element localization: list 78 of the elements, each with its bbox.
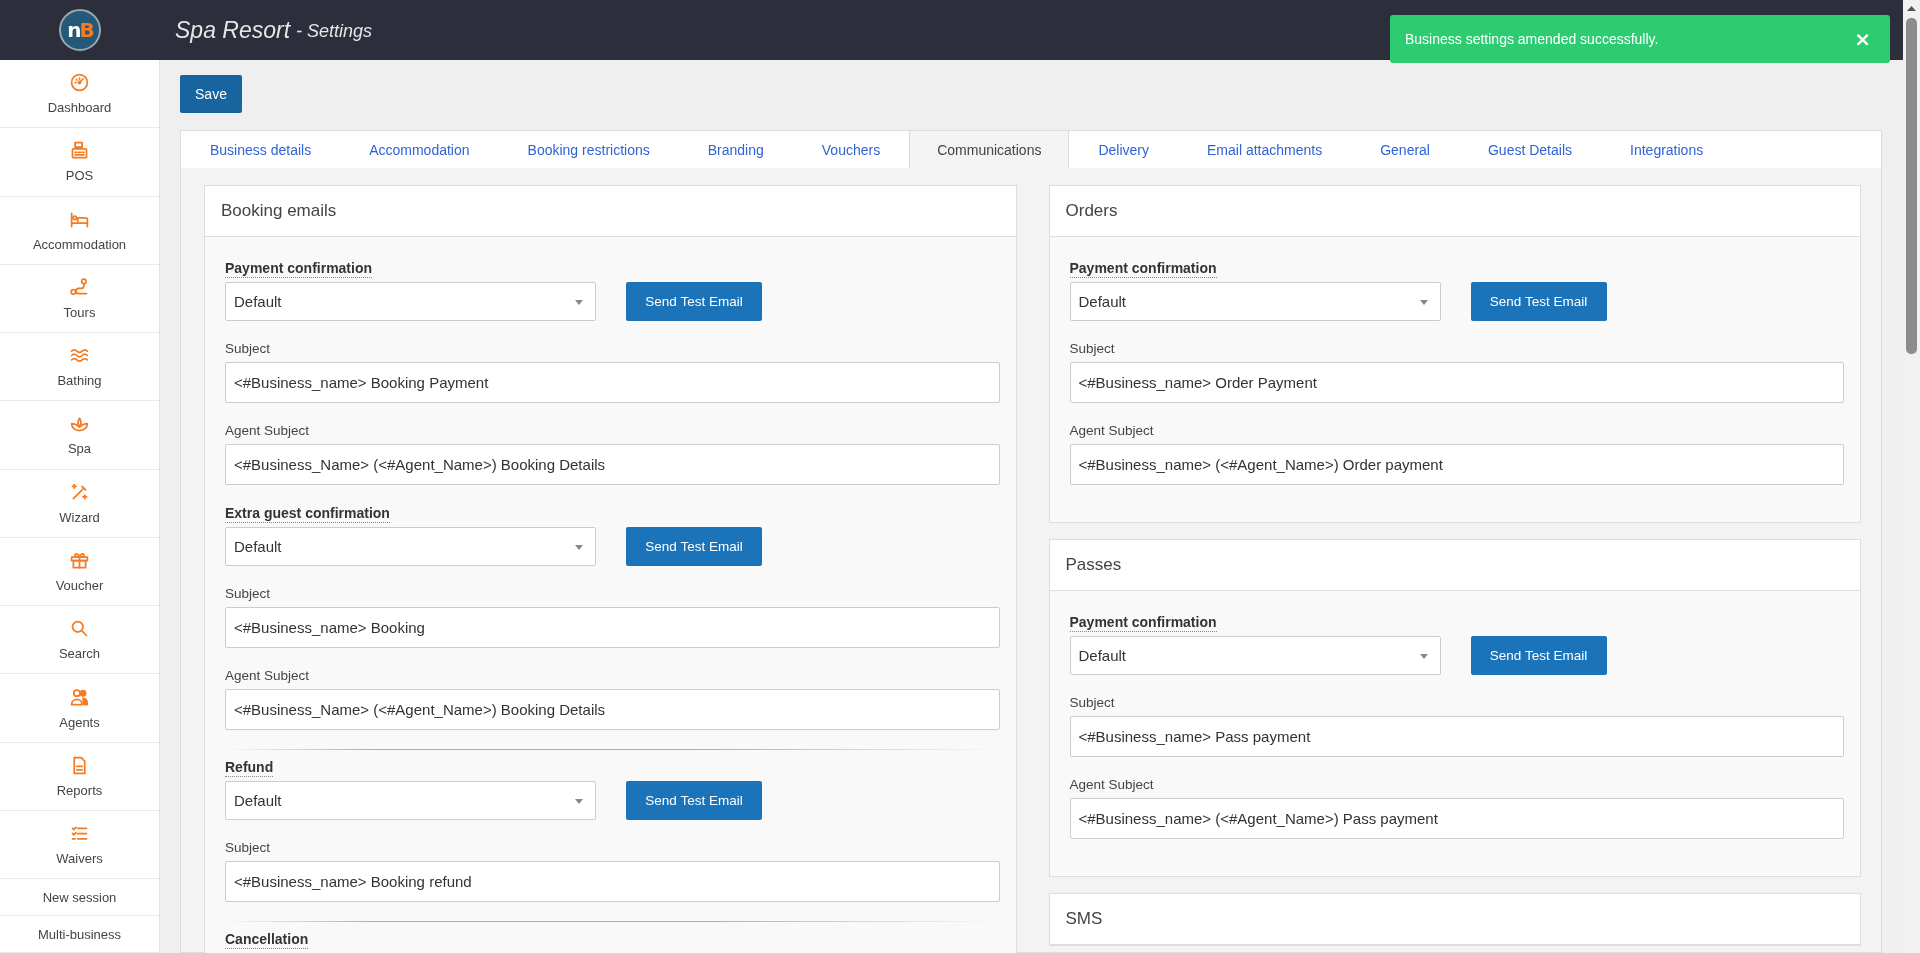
caret-icon: [575, 545, 583, 550]
template-label: Extra guest confirmation: [225, 505, 390, 523]
save-button[interactable]: Save: [180, 75, 242, 113]
logo: nB: [59, 9, 101, 51]
sidebar-item[interactable]: Dashboard: [0, 60, 159, 129]
field-label: Agent Subject: [225, 667, 311, 685]
sidebar-item[interactable]: Search: [0, 606, 159, 675]
field-label: Subject: [225, 585, 272, 603]
page-title: - Settings: [296, 21, 373, 42]
sidebar-item[interactable]: Wizard: [0, 469, 159, 538]
sidebar-item[interactable]: Spa: [0, 401, 159, 470]
subject-field[interactable]: <#Business_name> Booking refund: [225, 861, 1000, 902]
sidebar-item[interactable]: Agents: [0, 674, 159, 743]
card-title: Booking emails: [221, 201, 337, 221]
field-label: Subject: [1069, 340, 1116, 358]
card-title: Passes: [1065, 555, 1122, 575]
field-label: Agent Subject: [1069, 422, 1155, 440]
caret-icon: [575, 799, 583, 804]
send-test-email-button[interactable]: Send Test Email: [626, 282, 762, 321]
subject-field[interactable]: <#Business_Name> (<#Agent_Name>) Booking Details: [225, 689, 1000, 730]
template-label: Payment confirmation: [1069, 260, 1217, 278]
subject-field[interactable]: <#Business_name> Booking Payment: [225, 362, 1000, 403]
sidebar-item[interactable]: Accommodation: [0, 196, 159, 265]
tab[interactable]: Email attachments: [1178, 131, 1352, 168]
template-select[interactable]: Default: [225, 781, 596, 820]
tab[interactable]: Delivery: [1069, 131, 1178, 168]
card-title: Orders: [1065, 201, 1118, 221]
caret-icon: [575, 300, 583, 305]
template-select[interactable]: Default: [1069, 636, 1441, 675]
template-label: Payment confirmation: [1069, 614, 1217, 632]
tab[interactable]: Guest Details: [1459, 131, 1602, 168]
sidebar-item[interactable]: Bathing: [0, 333, 159, 402]
template-select[interactable]: Default: [225, 282, 596, 321]
toast-message: Business settings amended successfully.: [1405, 31, 1659, 47]
tab[interactable]: Accommodation: [340, 131, 499, 168]
template-label: Payment confirmation: [225, 260, 373, 278]
gift-icon: [69, 550, 90, 571]
send-test-email-button[interactable]: Send Test Email: [626, 781, 762, 820]
template-label: Cancellation: [225, 931, 309, 949]
tab[interactable]: Vouchers: [792, 131, 910, 168]
template-label: Refund: [225, 759, 274, 777]
tab[interactable]: Branding: [678, 131, 793, 168]
business-title: Spa Resort: [175, 16, 291, 44]
send-test-email-button[interactable]: Send Test Email: [1470, 636, 1607, 675]
sidebar-item[interactable]: Voucher: [0, 537, 159, 607]
tab[interactable]: Integrations: [1601, 131, 1733, 168]
subject-field[interactable]: <#Business_name> Order Payment: [1069, 362, 1844, 403]
card-title: SMS: [1065, 909, 1103, 929]
subject-field[interactable]: <#Business_name> Pass payment: [1069, 716, 1844, 757]
sidebar-item[interactable]: Tours: [0, 264, 159, 334]
tab[interactable]: General: [1351, 131, 1459, 168]
field-label: Subject: [225, 340, 272, 358]
caret-icon: [1419, 654, 1428, 659]
sidebar-item[interactable]: Reports: [0, 742, 159, 811]
subject-field[interactable]: <#Business_Name> (<#Agent_Name>) Booking Details: [225, 444, 1000, 485]
sidebar-item[interactable]: Waivers: [0, 810, 159, 880]
field-label: Agent Subject: [225, 422, 311, 440]
route-icon: [69, 276, 90, 298]
subject-field[interactable]: <#Business_name> (<#Agent_Name>) Order payment: [1069, 444, 1844, 485]
magic-wand-icon: [69, 481, 90, 503]
tab[interactable]: Communications: [909, 131, 1070, 168]
subject-field[interactable]: <#Business_name> Booking: [225, 607, 1000, 648]
sidebar-item[interactable]: POS: [0, 128, 159, 197]
people-icon: [69, 686, 90, 708]
send-test-email-button[interactable]: Send Test Email: [626, 527, 762, 566]
tab[interactable]: Business details: [181, 131, 341, 168]
template-select[interactable]: Default: [225, 527, 596, 566]
tab[interactable]: Booking restrictions: [498, 131, 679, 168]
caret-icon: [1419, 300, 1428, 305]
field-label: Subject: [1069, 694, 1116, 712]
sidebar-link[interactable]: Multi-business: [0, 916, 159, 953]
gauge-icon: [69, 72, 90, 94]
subject-field[interactable]: <#Business_name> (<#Agent_Name>) Pass payment: [1069, 798, 1844, 839]
send-test-email-button[interactable]: Send Test Email: [1470, 282, 1607, 321]
template-select[interactable]: Default: [1069, 282, 1441, 321]
field-label: Agent Subject: [1069, 776, 1155, 794]
field-label: Subject: [225, 839, 272, 857]
sidebar-link[interactable]: New session: [0, 879, 159, 917]
